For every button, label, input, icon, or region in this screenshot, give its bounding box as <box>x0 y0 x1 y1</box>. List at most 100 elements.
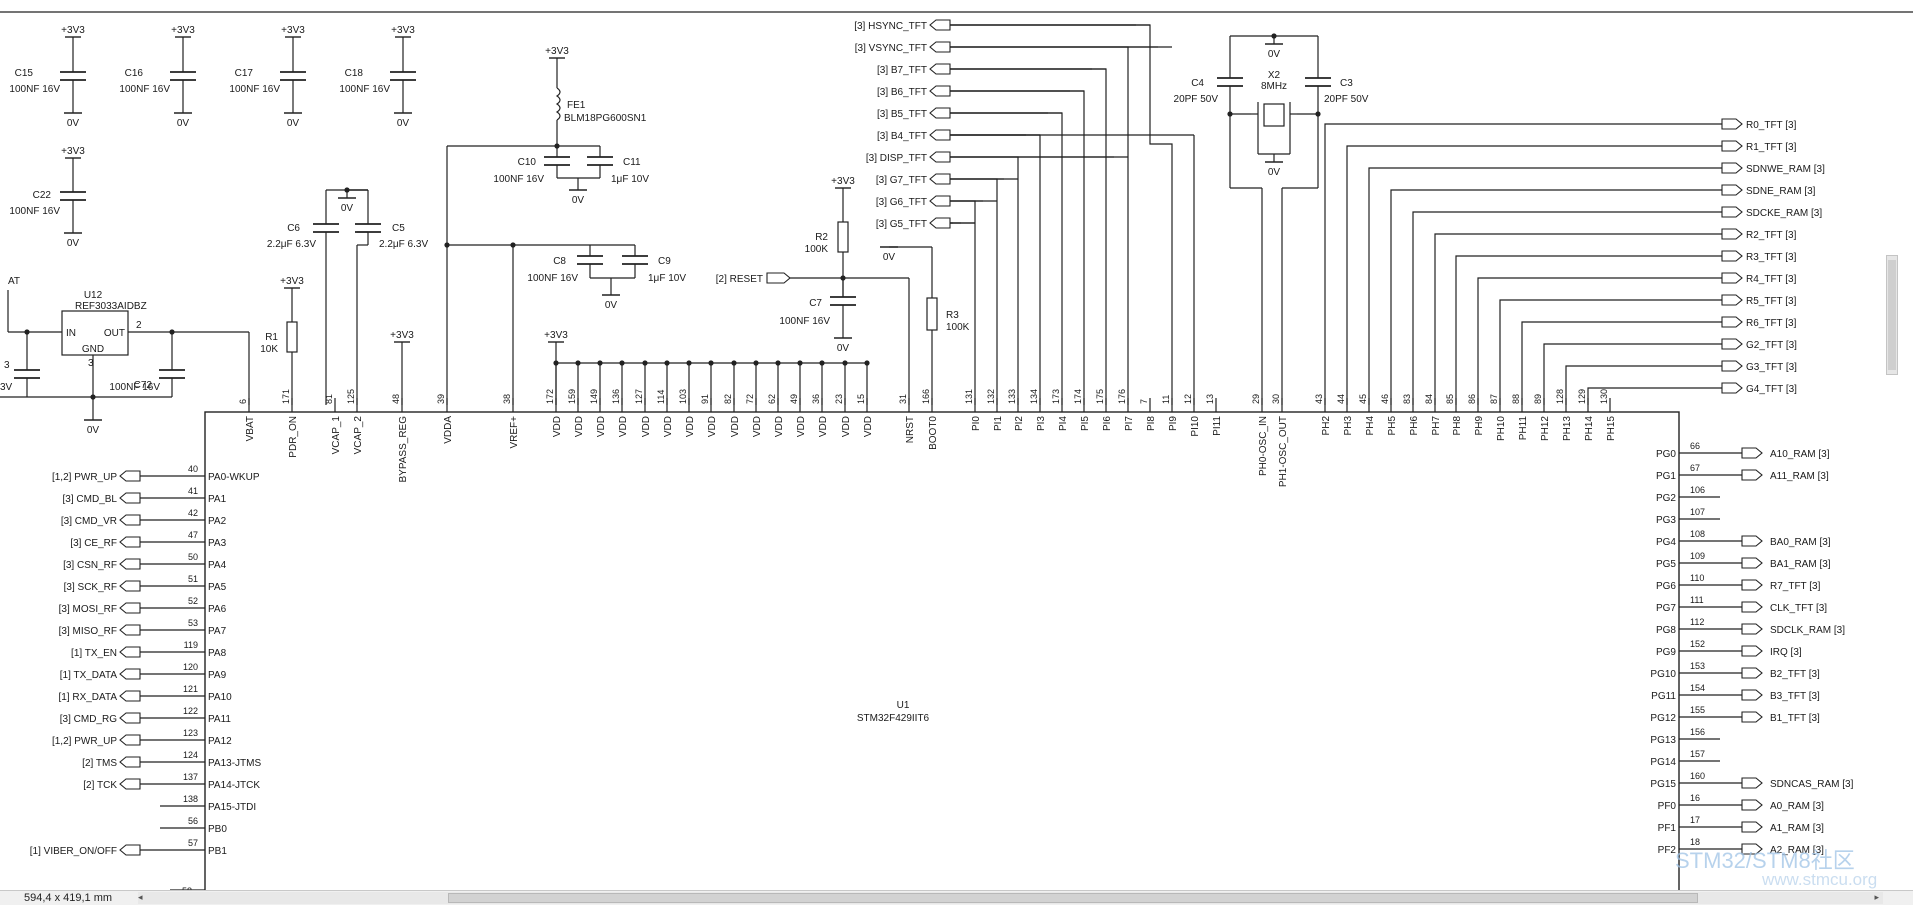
horizontal-scrollbar[interactable]: ◂ ▸ <box>138 892 1883 904</box>
port-arrow <box>929 129 951 141</box>
port-arrow <box>1721 272 1743 284</box>
capacitor-value: 20PF 50V <box>1174 94 1219 105</box>
pin-number: 130 <box>1599 389 1609 404</box>
net-route <box>1521 321 1722 405</box>
schematic-canvas[interactable]: +3V3 0V C15 100NF 16V +3V3 0V C16 100NF 16V +3V3… <box>0 0 1913 890</box>
right-net-label: A11_RAM [3] <box>1770 471 1829 482</box>
wires <box>0 11 1913 890</box>
pin-number: 62 <box>767 394 777 404</box>
labels: +3V3 0V C15 100NF 16V +3V3 0V C16 100NF 16V +3V3… <box>0 21 1854 890</box>
pin-name: PH3 <box>1343 416 1354 436</box>
right-net-label: A10_RAM [3] <box>1770 449 1830 460</box>
ground-label: 0V <box>341 203 354 214</box>
ground-label: 0V <box>883 252 896 263</box>
resistor-value: 10K <box>260 344 278 355</box>
pin-name: PH7 <box>1431 416 1442 436</box>
capacitor-value: 2.2μF 6.3V <box>267 239 316 250</box>
port-arrow <box>929 107 951 119</box>
pin-number: 38 <box>502 394 512 404</box>
capacitor-ref: C22 <box>33 190 52 201</box>
pin-name: PI9 <box>1168 416 1179 431</box>
pin-number: 52 <box>188 596 198 606</box>
watermark-line2: www.stmcu.org <box>1761 870 1877 889</box>
power-rail-label: +3V3 <box>61 146 85 157</box>
pin-name: PH14 <box>1584 416 1595 441</box>
pin-number: 30 <box>1271 394 1281 404</box>
reset-net-label: [2] RESET <box>716 274 763 285</box>
pin-number: 42 <box>188 508 198 518</box>
pin-number: 40 <box>188 464 198 474</box>
pin-name: PH8 <box>1452 416 1463 436</box>
pi-net-label: [3] B7_TFT <box>877 65 927 76</box>
pi-net-label: [3] VSYNC_TFT <box>855 43 927 54</box>
pin-number: 89 <box>1533 394 1543 404</box>
horizontal-scroll-thumb[interactable] <box>448 893 1698 903</box>
capacitor-ref: C9 <box>658 256 671 267</box>
ph-net-label: SDNWE_RAM [3] <box>1746 164 1825 175</box>
coordinate-readout: 594,4 x 419,1 mm <box>24 892 113 904</box>
left-net-label: [3] MISO_RF <box>59 626 117 637</box>
port-arrow <box>1721 140 1743 152</box>
pin-number: 103 <box>678 389 688 404</box>
port-arrow <box>1741 667 1763 679</box>
port-arrow <box>1741 777 1763 789</box>
port-arrow <box>119 668 141 680</box>
pin-name: PA8 <box>208 648 227 659</box>
ground-label: 0V <box>287 118 300 129</box>
pin-name: NRST <box>905 416 916 443</box>
pin-name: PA9 <box>208 670 227 681</box>
pin-number: 174 <box>1073 389 1083 404</box>
pin-number: 12 <box>1183 394 1193 404</box>
pin-number: 82 <box>723 394 733 404</box>
pin-name: PG4 <box>1656 537 1676 548</box>
left-net-label: [3] CSN_RF <box>63 560 117 571</box>
junction-dot <box>510 242 516 248</box>
pin-name: VDD <box>707 416 718 437</box>
port-arrow <box>929 173 951 185</box>
pin-name: PA12 <box>208 736 232 747</box>
ph-net-label: R5_TFT [3] <box>1746 296 1797 307</box>
pin-number: 107 <box>1690 507 1705 517</box>
pin-number: 171 <box>281 389 291 404</box>
port-arrow <box>929 195 951 207</box>
pin-name: PG11 <box>1651 691 1676 702</box>
pin-number: 51 <box>188 574 198 584</box>
capacitor-ref: C5 <box>392 223 405 234</box>
port-arrow <box>119 690 141 702</box>
port-arrow <box>1741 579 1763 591</box>
pin-number: 125 <box>346 389 356 404</box>
ferrite-value: BLM18PG600SN1 <box>564 113 647 124</box>
vertical-scroll-thumb[interactable] <box>1888 260 1896 370</box>
port-arrow <box>119 470 141 482</box>
pin-number: 152 <box>1690 639 1705 649</box>
pin-number: 18 <box>1690 837 1700 847</box>
port-arrow <box>1741 623 1763 635</box>
port-arrow <box>1721 184 1743 196</box>
pin-number: 149 <box>589 389 599 404</box>
port-arrow <box>119 514 141 526</box>
port-arrow <box>1721 316 1743 328</box>
capacitor-value: 100NF 16V <box>9 84 60 95</box>
power-rail-label: +3V3 <box>171 25 195 36</box>
vertical-scrollbar[interactable] <box>1886 255 1898 375</box>
pin-number: 46 <box>1380 394 1390 404</box>
port-arrow <box>1721 162 1743 174</box>
pin-name: PA15-JTDI <box>208 802 256 813</box>
capacitor-value: 100NF 16V <box>229 84 280 95</box>
scroll-left-icon[interactable]: ◂ <box>138 892 143 903</box>
pin-name: VDD <box>774 416 785 437</box>
capacitor-ref: C15 <box>15 68 34 79</box>
pin-number: 17 <box>1690 815 1700 825</box>
scroll-right-icon[interactable]: ▸ <box>1874 892 1879 903</box>
pin-number: 15 <box>856 394 866 404</box>
cut-off-label: 3 <box>4 360 10 371</box>
capacitor-ref: C3 <box>1340 78 1353 89</box>
net-route <box>950 134 1041 405</box>
net-route <box>950 46 1129 405</box>
pin-name: PH6 <box>1409 416 1420 436</box>
pin-name: PA7 <box>208 626 227 637</box>
port-arrow <box>929 85 951 97</box>
power-rail-label: +3V3 <box>281 25 305 36</box>
pin-number: 132 <box>986 389 996 404</box>
pin-name: PG14 <box>1650 757 1676 768</box>
